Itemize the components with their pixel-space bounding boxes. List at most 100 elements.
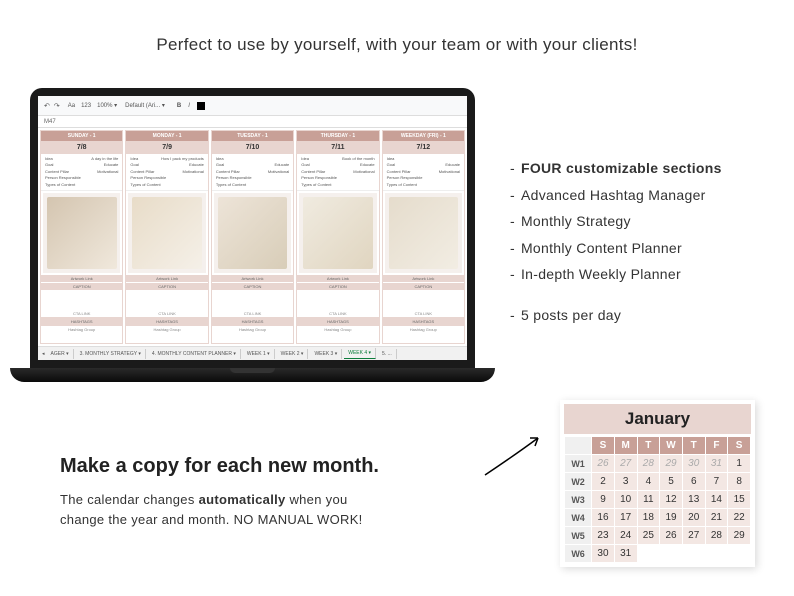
calendar-day[interactable]: 14 [705,491,728,509]
day-column[interactable]: WEEKDAY (FRI) - 17/12IdeaGoalEducateCont… [382,130,465,344]
content-image[interactable] [43,193,120,273]
sheet-tab[interactable]: 4. MONTHLY CONTENT PLANNER ▾ [148,349,241,359]
date-cell[interactable]: 7/8 [41,141,122,154]
caption-label[interactable]: CAPTION [383,283,464,290]
content-image[interactable] [128,193,205,273]
field-block[interactable]: IdeaGoalEducateContent PillarMotivationa… [383,154,464,191]
sheet-tab[interactable]: WEEK 4 ▾ [344,348,376,359]
calendar-day[interactable]: 20 [682,509,705,527]
day-column[interactable]: TUESDAY - 17/10IdeaGoalEducateContent Pi… [211,130,294,344]
italic-button[interactable]: I [188,103,190,109]
calendar-day[interactable]: 3 [614,473,637,491]
calendar-day[interactable]: 2 [592,473,615,491]
hashtag-group-label[interactable]: Hashtag Group [297,326,378,333]
calendar-day[interactable]: 21 [705,509,728,527]
day-column[interactable]: THURSDAY - 17/11IdeaBook of the monthGoa… [296,130,379,344]
bold-button[interactable]: B [177,103,181,109]
day-column[interactable]: MONDAY - 17/9IdeaHow I pack my productsG… [125,130,208,344]
sheet-grid[interactable]: SUNDAY - 17/8IdeaA day in the lifeGoalEd… [38,128,467,346]
sheet-tab[interactable]: WEEK 1 ▾ [243,349,275,359]
calendar-day[interactable]: 31 [705,455,728,473]
calendar-day[interactable] [660,545,683,563]
date-cell[interactable]: 7/11 [297,141,378,154]
calendar-day[interactable]: 28 [705,527,728,545]
calendar-day[interactable]: 1 [728,455,751,473]
calendar-day[interactable]: 10 [614,491,637,509]
artwork-link-label[interactable]: Artwork Link [297,275,378,282]
cta-link-label[interactable]: CTA LINK [41,310,122,317]
calendar-day[interactable]: 4 [637,473,660,491]
calendar-day[interactable]: 29 [728,527,751,545]
calendar-day[interactable]: 30 [682,455,705,473]
calendar-day[interactable] [682,545,705,563]
sheet-tab[interactable]: WEEK 3 ▾ [310,349,342,359]
cta-link-label[interactable]: CTA LINK [126,310,207,317]
calendar-day[interactable]: 27 [614,455,637,473]
caption-label[interactable]: CAPTION [126,283,207,290]
artwork-link-label[interactable]: Artwork Link [126,275,207,282]
field-block[interactable]: IdeaHow I pack my productsGoalEducateCon… [126,154,207,191]
artwork-link-label[interactable]: Artwork Link [212,275,293,282]
calendar-day[interactable]: 26 [660,527,683,545]
calendar-day[interactable]: 22 [728,509,751,527]
date-cell[interactable]: 7/12 [383,141,464,154]
font-control[interactable]: Aa [68,103,75,109]
calendar-day[interactable]: 19 [660,509,683,527]
hashtags-label[interactable]: HASHTAGS [212,317,293,326]
calendar-day[interactable]: 30 [592,545,615,563]
hashtag-group-label[interactable]: Hashtag Group [41,326,122,333]
caption-label[interactable]: CAPTION [212,283,293,290]
artwork-link-label[interactable]: Artwork Link [383,275,464,282]
calendar-day[interactable]: 23 [592,527,615,545]
calendar-day[interactable]: 11 [637,491,660,509]
redo-icon[interactable]: ↷ [54,102,60,110]
calendar-day[interactable]: 12 [660,491,683,509]
content-image[interactable] [385,193,462,273]
hashtag-group-label[interactable]: Hashtag Group [126,326,207,333]
calendar-day[interactable]: 29 [660,455,683,473]
sheet-tab[interactable]: 3. MONTHLY STRATEGY ▾ [76,349,146,359]
sheet-tab[interactable]: AGER ▾ [47,349,74,359]
calendar-day[interactable] [705,545,728,563]
caption-label[interactable]: CAPTION [297,283,378,290]
calendar-day[interactable]: 28 [637,455,660,473]
hashtags-label[interactable]: HASHTAGS [297,317,378,326]
content-image[interactable] [299,193,376,273]
artwork-link-label[interactable]: Artwork Link [41,275,122,282]
hashtags-label[interactable]: HASHTAGS [41,317,122,326]
day-column[interactable]: SUNDAY - 17/8IdeaA day in the lifeGoalEd… [40,130,123,344]
cta-link-label[interactable]: CTA LINK [212,310,293,317]
calendar-day[interactable]: 16 [592,509,615,527]
calendar-day[interactable] [728,545,751,563]
field-block[interactable]: IdeaGoalEducateContent PillarMotivationa… [212,154,293,191]
caption-label[interactable]: CAPTION [41,283,122,290]
field-block[interactable]: IdeaA day in the lifeGoalEducateContent … [41,154,122,191]
calendar-day[interactable]: 17 [614,509,637,527]
sheet-tab[interactable]: 5. ... [378,349,397,359]
field-block[interactable]: IdeaBook of the monthGoalEducateContent … [297,154,378,191]
calendar-day[interactable]: 15 [728,491,751,509]
date-cell[interactable]: 7/9 [126,141,207,154]
calendar-day[interactable]: 18 [637,509,660,527]
sheet-tab[interactable]: WEEK 2 ▾ [277,349,309,359]
cta-link-label[interactable]: CTA LINK [297,310,378,317]
font-select[interactable]: Default (Ari... ▾ [125,102,165,109]
calendar-day[interactable]: 27 [682,527,705,545]
hashtags-label[interactable]: HASHTAGS [126,317,207,326]
size-control[interactable]: 123 [81,103,91,109]
calendar-day[interactable]: 24 [614,527,637,545]
cta-link-label[interactable]: CTA LINK [383,310,464,317]
hashtag-group-label[interactable]: Hashtag Group [383,326,464,333]
undo-icon[interactable]: ↶ [44,102,50,110]
hashtags-label[interactable]: HASHTAGS [383,317,464,326]
cell-reference[interactable]: M47 [38,116,467,128]
calendar-day[interactable]: 9 [592,491,615,509]
color-picker[interactable] [197,102,205,110]
content-image[interactable] [214,193,291,273]
calendar-day[interactable]: 8 [728,473,751,491]
zoom-control[interactable]: 100% ▾ [97,102,117,109]
calendar-day[interactable]: 13 [682,491,705,509]
calendar-day[interactable]: 6 [682,473,705,491]
hashtag-group-label[interactable]: Hashtag Group [212,326,293,333]
calendar-day[interactable]: 31 [614,545,637,563]
